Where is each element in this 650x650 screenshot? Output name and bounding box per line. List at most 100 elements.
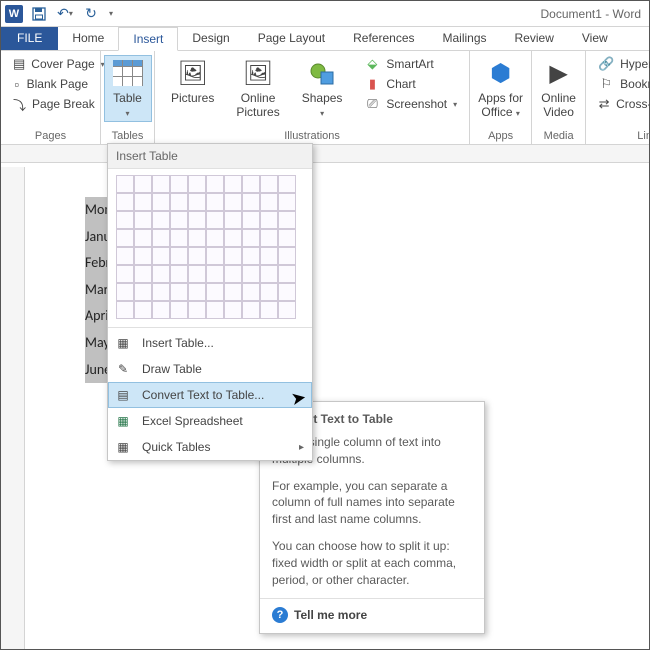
convert-icon: ▤: [114, 387, 132, 403]
online-pictures-button[interactable]: 🖼Online Pictures: [228, 55, 287, 122]
word-logo-icon: W: [5, 5, 23, 23]
save-icon[interactable]: [31, 6, 47, 22]
pictures-icon: 🖼: [177, 57, 209, 89]
chart-icon: ▮: [364, 76, 380, 92]
bookmark-icon: ⚐: [598, 76, 614, 92]
menu-insert-table[interactable]: ▦ Insert Table...: [108, 330, 312, 356]
ribbon-tabs: FILE Home Insert Design Page Layout Refe…: [1, 27, 649, 51]
menu-draw-table[interactable]: ✎ Draw Table: [108, 356, 312, 382]
group-pages: ▤Cover Page▾ ▫Blank Page ⤵Page Break Pag…: [1, 51, 101, 144]
menu-item-label: Insert Table...: [142, 336, 214, 350]
blank-page-label: Blank Page: [27, 77, 88, 91]
table-button-label: Table: [113, 91, 142, 105]
online-pictures-icon: 🖼: [242, 57, 274, 89]
help-icon: ?: [272, 607, 288, 623]
group-tables: Table▾ Tables: [101, 51, 155, 144]
smartart-label: SmartArt: [386, 57, 433, 71]
cross-ref-icon: ⇄: [598, 96, 610, 112]
excel-icon: ▦: [114, 413, 132, 429]
shapes-icon: [306, 57, 338, 89]
shapes-button[interactable]: Shapes▾: [294, 55, 351, 122]
quick-tables-icon: ▦: [114, 439, 132, 455]
tab-file[interactable]: FILE: [1, 27, 58, 50]
draw-table-icon: ✎: [114, 361, 132, 377]
blank-page-icon: ▫: [13, 76, 21, 92]
table-button[interactable]: Table▾: [104, 55, 152, 122]
menu-item-label: Excel Spreadsheet: [142, 414, 243, 428]
group-links-label: Links: [586, 130, 650, 142]
table-icon: [112, 57, 144, 89]
shapes-label: Shapes: [302, 91, 343, 105]
window-title: Document1 - Word: [113, 7, 645, 21]
group-illustrations-label: Illustrations: [155, 130, 469, 142]
menu-header: Insert Table: [108, 144, 312, 169]
smartart-icon: ⬙: [364, 56, 380, 72]
cross-ref-label: Cross-reference: [616, 97, 650, 111]
apps-for-office-button[interactable]: ⬢Apps for Office ▾: [470, 55, 531, 122]
tooltip-text: For example, you can separate a column o…: [272, 478, 472, 528]
chart-label: Chart: [386, 77, 415, 91]
tab-mailings[interactable]: Mailings: [429, 27, 501, 50]
cover-page-label: Cover Page: [31, 57, 94, 71]
page-break-button[interactable]: ⤵ Page Break: [9, 95, 92, 113]
pictures-button[interactable]: 🖼 Pictures: [163, 55, 222, 122]
group-media: ▶Online Video Media: [532, 51, 586, 144]
tell-me-more-label: Tell me more: [294, 608, 367, 622]
blank-page-button[interactable]: ▫ Blank Page: [9, 75, 92, 93]
tab-view[interactable]: View: [568, 27, 622, 50]
insert-table-icon: ▦: [114, 335, 132, 351]
cover-page-icon: ▤: [13, 56, 25, 72]
smartart-button[interactable]: ⬙ SmartArt: [360, 55, 461, 73]
pictures-label: Pictures: [171, 91, 214, 105]
tab-page-layout[interactable]: Page Layout: [244, 27, 339, 50]
table-size-grid[interactable]: [108, 169, 312, 325]
menu-item-label: Convert Text to Table...: [142, 388, 264, 402]
screenshot-label: Screenshot: [386, 97, 447, 111]
menu-item-label: Draw Table: [142, 362, 202, 376]
cross-reference-button[interactable]: ⇄ Cross-reference: [594, 95, 650, 113]
vertical-ruler: [1, 167, 25, 649]
page-break-label: Page Break: [32, 97, 95, 111]
redo-icon[interactable]: ↻: [83, 6, 99, 22]
tab-design[interactable]: Design: [178, 27, 243, 50]
group-media-label: Media: [532, 130, 585, 142]
screenshot-icon: ⎚: [364, 96, 380, 112]
tab-insert[interactable]: Insert: [118, 27, 178, 51]
tell-me-more-link[interactable]: ? Tell me more: [272, 607, 472, 623]
group-tables-label: Tables: [101, 130, 154, 142]
group-apps-label: Apps: [470, 130, 531, 142]
group-apps: ⬢Apps for Office ▾ Apps: [470, 51, 532, 144]
bookmark-label: Bookmark: [620, 77, 650, 91]
video-label: Online Video: [541, 91, 576, 120]
group-pages-label: Pages: [1, 130, 100, 142]
menu-convert-text-to-table[interactable]: ▤ Convert Text to Table...: [108, 382, 312, 408]
tab-references[interactable]: References: [339, 27, 428, 50]
video-icon: ▶: [543, 57, 575, 89]
menu-excel-spreadsheet[interactable]: ▦ Excel Spreadsheet: [108, 408, 312, 434]
page-break-icon: ⤵: [13, 96, 26, 112]
chevron-right-icon: ▸: [299, 442, 304, 453]
ribbon: ▤Cover Page▾ ▫Blank Page ⤵Page Break Pag…: [1, 51, 649, 145]
undo-icon[interactable]: ↶▾: [57, 6, 73, 22]
tab-home[interactable]: Home: [58, 27, 118, 50]
hyperlink-button[interactable]: 🔗 Hyperlink: [594, 55, 650, 73]
menu-quick-tables[interactable]: ▦ Quick Tables ▸: [108, 434, 312, 460]
chart-button[interactable]: ▮ Chart: [360, 75, 461, 93]
tab-review[interactable]: Review: [501, 27, 568, 50]
table-dropdown-menu: Insert Table ▦ Insert Table... ✎ Draw Tabl…: [107, 143, 313, 461]
hyperlink-label: Hyperlink: [620, 57, 650, 71]
titlebar: W ↶▾ ↻ ▾ Document1 - Word: [1, 1, 649, 27]
online-pictures-label: Online Pictures: [236, 91, 279, 120]
screenshot-button[interactable]: ⎚Screenshot▾: [360, 95, 461, 113]
horizontal-ruler: 1 2 3: [1, 145, 649, 163]
menu-item-label: Quick Tables: [142, 440, 210, 454]
bookmark-button[interactable]: ⚐ Bookmark: [594, 75, 650, 93]
group-links: 🔗 Hyperlink ⚐ Bookmark ⇄ Cross-reference Li…: [586, 51, 650, 144]
tooltip-text: You can choose how to split it up: fixed…: [272, 538, 472, 588]
hyperlink-icon: 🔗: [598, 56, 614, 72]
apps-icon: ⬢: [485, 57, 517, 89]
quick-access-toolbar: ↶▾ ↻ ▾: [31, 6, 113, 22]
cover-page-button[interactable]: ▤Cover Page▾: [9, 55, 92, 73]
group-illustrations: 🖼Pictures 🖼Online Pictures Shapes▾ ⬙Smar…: [155, 51, 470, 144]
online-video-button[interactable]: ▶Online Video: [533, 55, 584, 122]
